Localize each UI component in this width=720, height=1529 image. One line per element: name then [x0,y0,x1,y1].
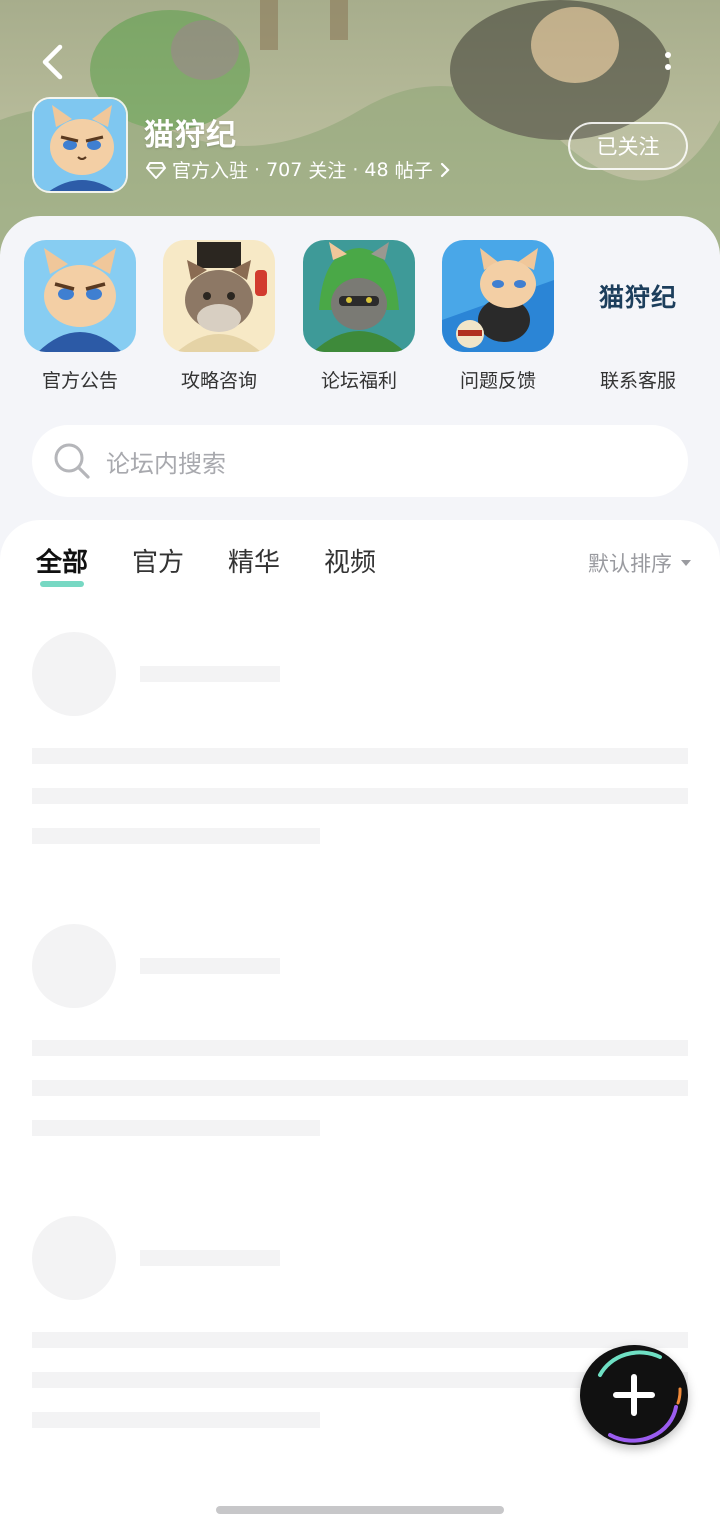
cat-blue-robe-icon [24,240,136,352]
skeleton-name [140,666,280,682]
post-skeleton [32,632,688,844]
more-vertical-icon-dot [665,64,671,70]
game-avatar[interactable] [32,97,128,193]
meta-separator: · [254,158,261,181]
shortcut-feedback[interactable]: 问题反馈 [428,240,568,393]
shortcut-guides[interactable]: 攻略咨询 [149,240,289,393]
posts-label: 帖子 [394,160,433,182]
caret-down-icon [681,560,691,566]
more-options-button[interactable] [656,46,680,76]
create-post-button[interactable] [580,1345,688,1445]
sort-label: 默认排序 [588,552,672,576]
cat-green-hood-icon [303,240,415,352]
brand-logo-icon: 猫狩纪 [598,283,677,312]
shortcut-label: 联系客服 [599,370,676,392]
shortcut-label: 论坛福利 [320,370,397,392]
meta-separator: · [352,158,359,181]
back-arrow-icon [42,44,63,80]
skeleton-avatar [32,632,116,716]
tab-video[interactable]: 视频 [324,542,376,587]
skeleton-line [32,1332,688,1348]
follow-button[interactable]: 已关注 [568,122,688,170]
shortcut-label: 问题反馈 [459,370,536,392]
plus-icon [613,1374,655,1416]
followers-label: 关注 [308,160,347,182]
post-tabs: 全部 官方 精华 视频 [36,542,376,587]
posts-count: 48 [364,158,389,181]
skeleton-line [32,828,320,844]
post-skeleton [32,924,688,1136]
home-indicator[interactable] [216,1506,504,1514]
chevron-right-icon[interactable] [439,161,451,179]
skeleton-avatar [32,924,116,1008]
skeleton-name [140,1250,280,1266]
shortcut-label: 攻略咨询 [180,370,257,392]
sort-dropdown[interactable]: 默认排序 [588,548,692,578]
skeleton-line [32,1040,688,1056]
skeleton-line [32,1412,320,1428]
search-icon [54,443,90,479]
cat-scholar-icon [163,240,275,352]
skeleton-line [32,788,688,804]
skeleton-line [32,748,688,764]
shortcut-benefits[interactable]: 论坛福利 [289,240,429,393]
followers-count: 707 [266,158,303,181]
shortcut-customer-service[interactable]: 猫狩纪 联系客服 [568,240,708,393]
tab-all[interactable]: 全部 [36,542,88,587]
skeleton-line [32,1120,320,1136]
back-button[interactable] [32,40,72,84]
tab-official[interactable]: 官方 [132,542,184,587]
game-title: 猫狩纪 [144,118,237,153]
shortcut-row: 官方公告 攻略咨询 论坛福利 问题反馈 猫狩纪 联系客服 [0,240,720,393]
cat-kick-icon [442,240,554,352]
skeleton-avatar [32,1216,116,1300]
tab-featured[interactable]: 精华 [228,542,280,587]
search-input[interactable]: 论坛内搜索 [32,425,688,497]
game-meta: 官方入驻 · 707 关注 · 48 帖子 [146,156,451,183]
search-placeholder: 论坛内搜索 [106,449,226,478]
shortcut-label: 官方公告 [41,370,118,392]
official-badge-text: 官方入驻 [172,160,249,182]
diamond-icon [146,161,166,179]
more-vertical-icon-dot [665,52,671,58]
shortcut-announcements[interactable]: 官方公告 [10,240,150,393]
cat-avatar-icon [34,99,126,191]
skeleton-name [140,958,280,974]
skeleton-line [32,1080,688,1096]
